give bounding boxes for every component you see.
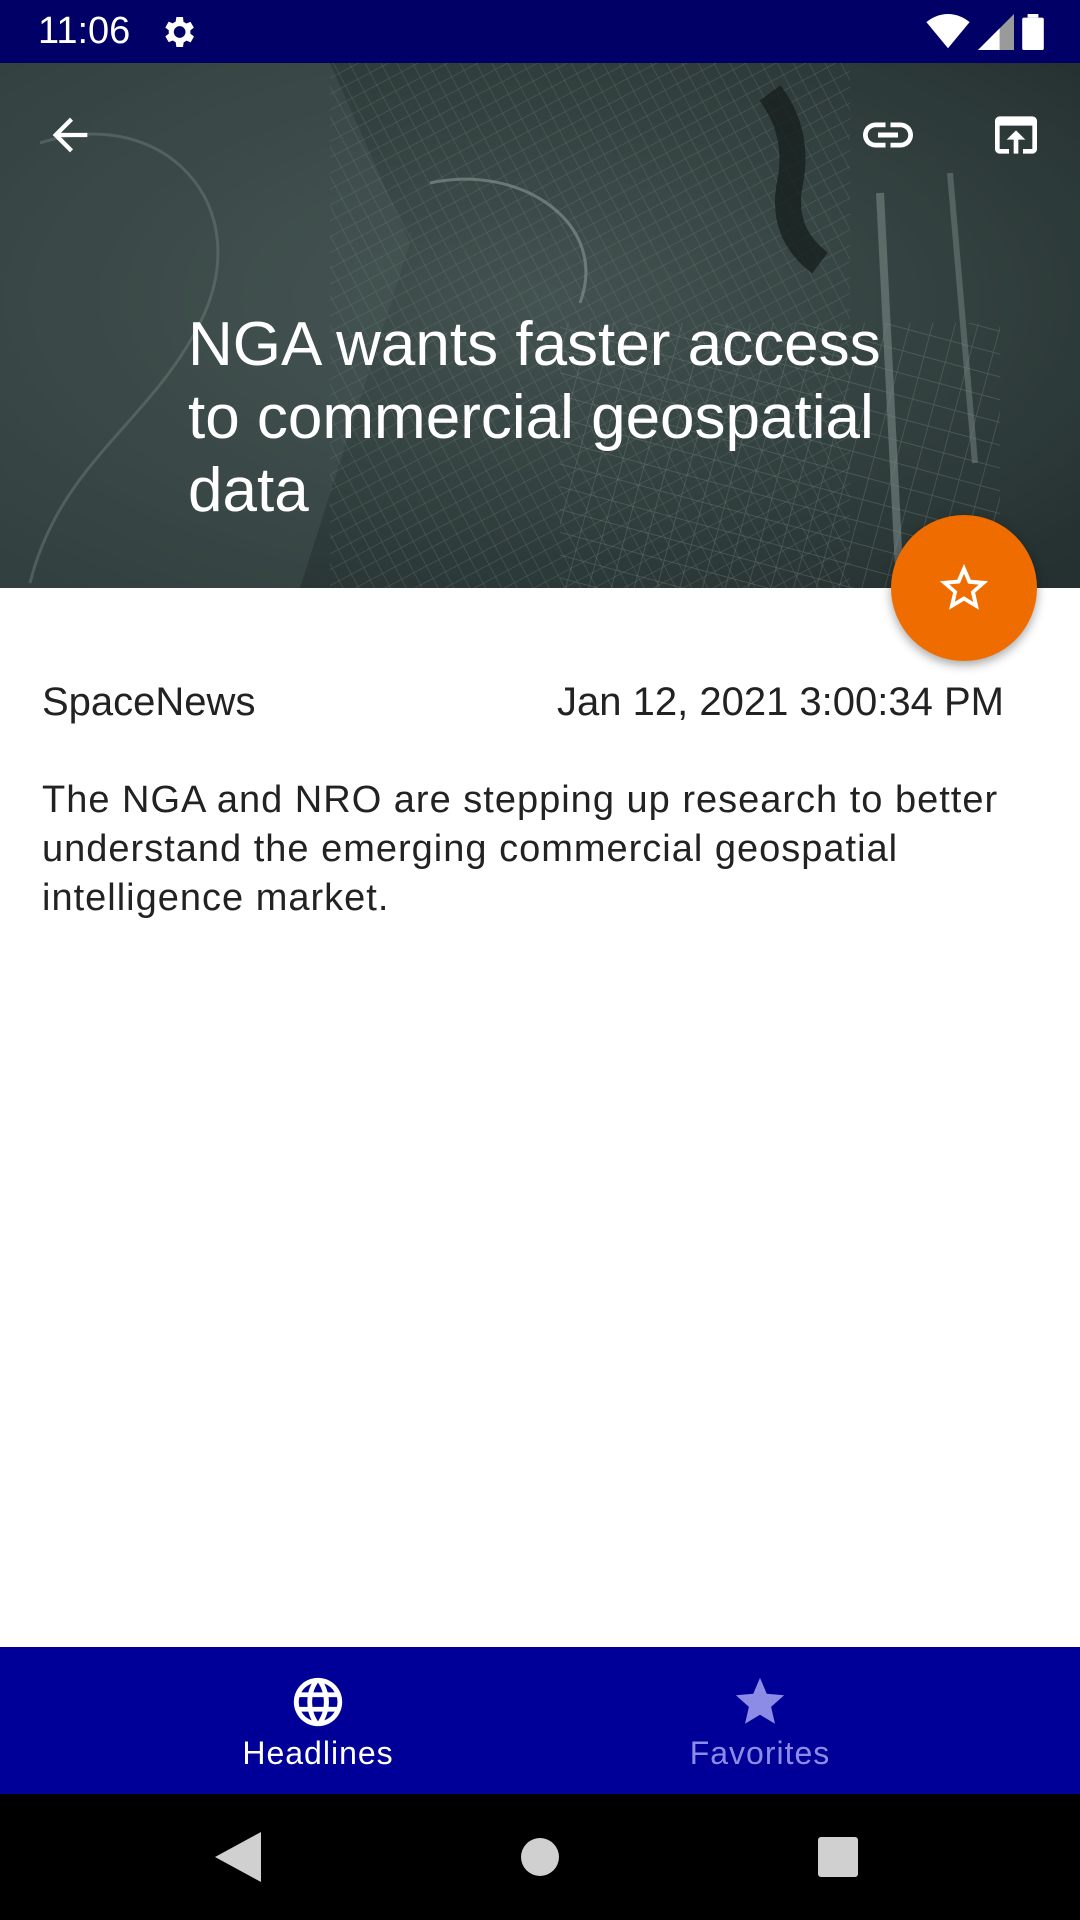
open-in-browser-icon (995, 116, 1037, 154)
favorite-fab[interactable] (891, 515, 1037, 661)
system-back-button[interactable] (205, 1824, 271, 1890)
system-home-button[interactable] (507, 1824, 573, 1890)
nav-item-headlines[interactable]: Headlines (168, 1647, 468, 1794)
open-in-browser-button[interactable] (976, 95, 1056, 175)
bottom-navigation: Headlines Favorites (0, 1647, 1080, 1794)
wifi-icon (926, 14, 970, 49)
nav-label-headlines: Headlines (242, 1735, 394, 1771)
signal-icon (978, 14, 1014, 50)
arrow-back-icon (52, 117, 88, 153)
recents-square-icon (818, 1837, 858, 1877)
copy-link-button[interactable] (848, 95, 928, 175)
status-icons (926, 12, 1044, 52)
nav-label-favorites: Favorites (689, 1735, 831, 1771)
nav-item-favorites[interactable]: Favorites (610, 1647, 910, 1794)
link-icon (863, 122, 913, 148)
status-bar: 11:06 (0, 0, 1080, 63)
gear-icon (165, 17, 194, 47)
system-navigation-bar (0, 1794, 1080, 1920)
status-time: 11:06 (38, 10, 131, 52)
back-triangle-icon (215, 1832, 261, 1882)
article-source: SpaceNews (42, 680, 256, 724)
article-hero: NGA wants faster access to commercial ge… (0, 63, 1080, 588)
home-circle-icon (521, 1838, 559, 1876)
article-date: Jan 12, 2021 3:00:34 PM (557, 680, 1004, 724)
globe-icon (293, 1677, 343, 1727)
article-summary: The NGA and NRO are stepping up research… (42, 779, 999, 919)
battery-icon (1022, 14, 1044, 50)
back-button[interactable] (30, 95, 110, 175)
star-outline-icon (939, 563, 989, 610)
system-recents-button[interactable] (805, 1824, 871, 1890)
star-icon (735, 1677, 785, 1724)
article-title: NGA wants faster access to commercial ge… (188, 310, 881, 525)
